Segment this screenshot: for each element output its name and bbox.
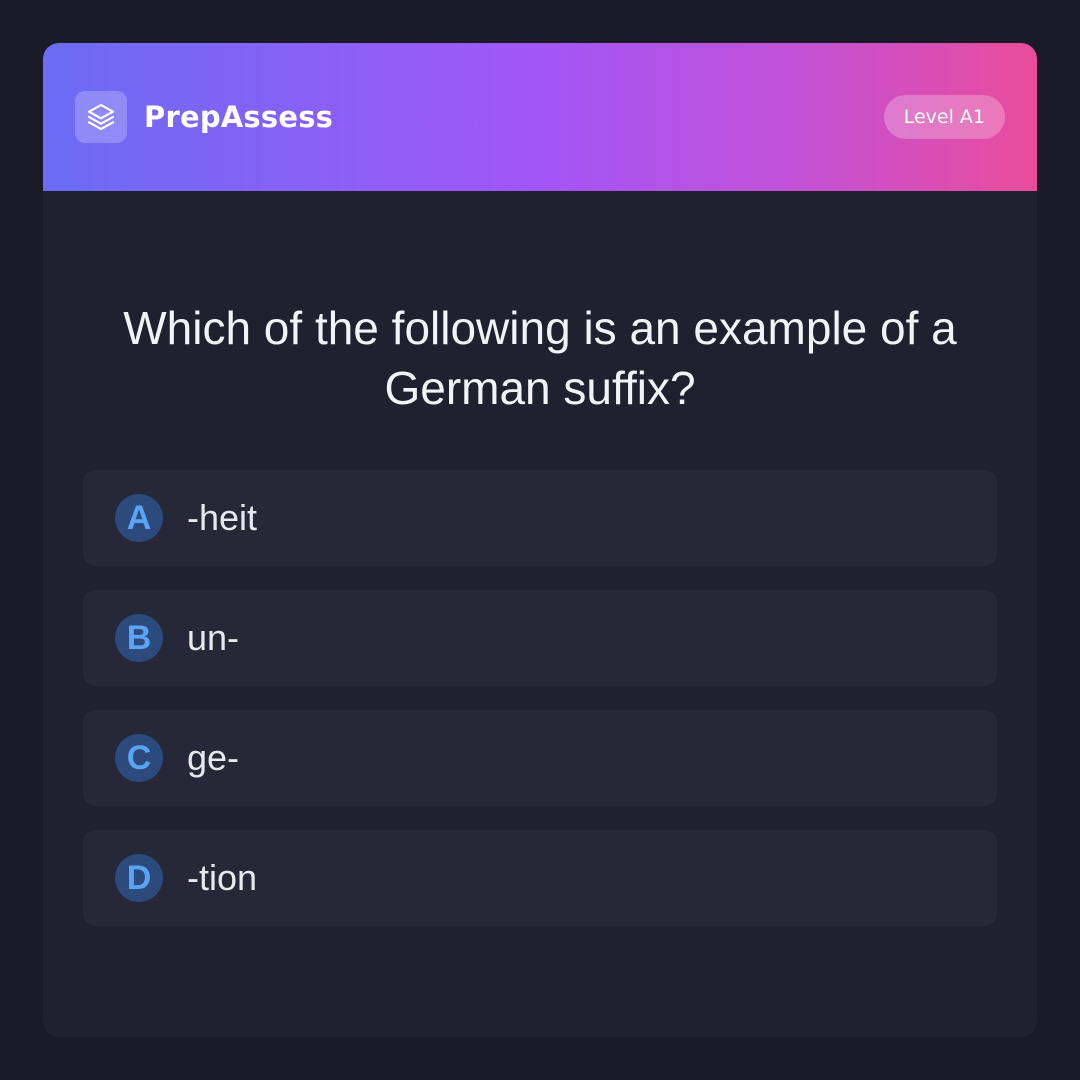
quiz-card: PrepAssess Level A1 Which of the followi… [43, 43, 1037, 1037]
option-letter-badge: D [115, 854, 163, 902]
app-logo [75, 91, 127, 143]
option-letter-badge: B [115, 614, 163, 662]
option-letter-badge: A [115, 494, 163, 542]
header-bar: PrepAssess Level A1 [43, 43, 1037, 191]
level-badge: Level A1 [883, 95, 1005, 139]
option-c[interactable]: C ge- [83, 710, 997, 806]
option-b[interactable]: B un- [83, 590, 997, 686]
layers-icon [87, 103, 115, 131]
option-letter-badge: C [115, 734, 163, 782]
option-label: ge- [187, 737, 240, 778]
option-label: un- [187, 617, 240, 658]
question-text: Which of the following is an example of … [123, 302, 957, 414]
answer-options: A -heit B un- C ge- D -tion [83, 470, 997, 950]
option-a[interactable]: A -heit [83, 470, 997, 566]
option-d[interactable]: D -tion [83, 830, 997, 926]
option-label: -tion [187, 857, 258, 898]
app-name: PrepAssess [144, 100, 334, 134]
option-label: -heit [187, 497, 258, 538]
